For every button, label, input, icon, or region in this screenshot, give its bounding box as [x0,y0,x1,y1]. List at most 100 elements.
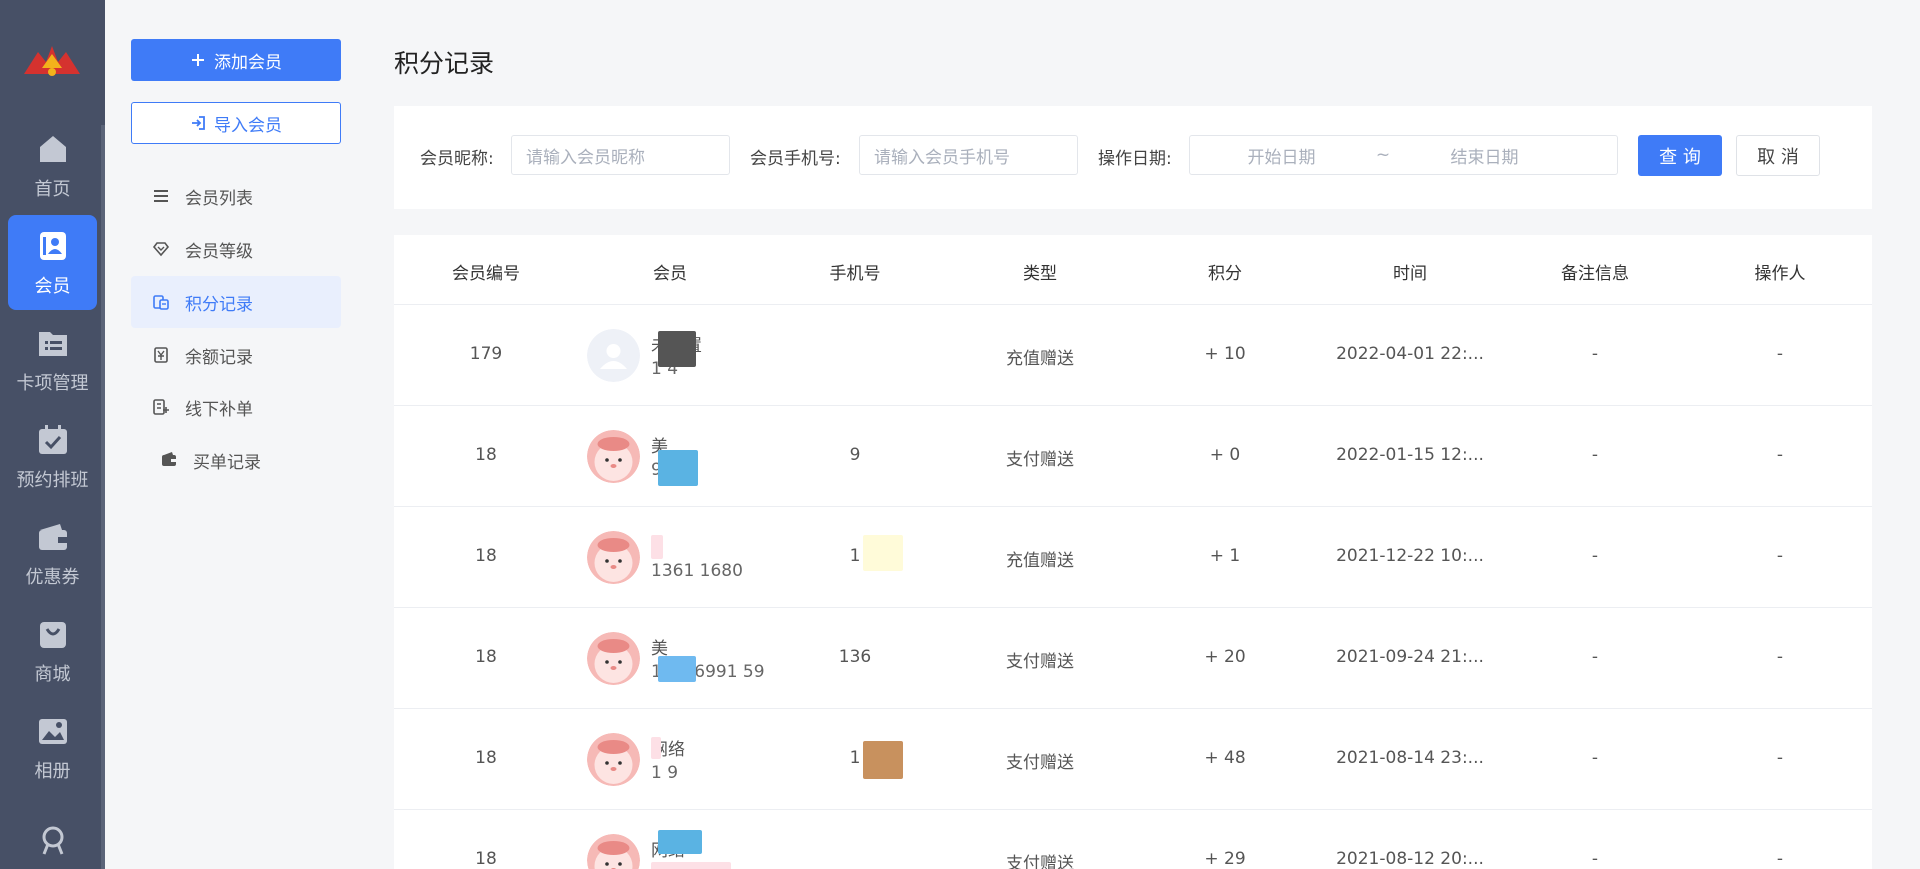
type-cell: 支付赠送 [1006,652,1074,672]
import-member-label: 导入会员 [214,115,282,136]
brand-logo [24,46,80,76]
column-header: 操作人 [1754,264,1806,284]
submenu-item-1[interactable]: 会员列表 [131,170,341,222]
table-header: 会员编号 会员 手机号 类型 积分 时间 备注信息 操作人 [394,235,1872,305]
type-cell: 充值赠送 [1006,551,1074,571]
column-header: 手机号 [829,264,881,284]
column-header: 会员编号 [452,264,520,284]
time-cell: 2022-04-01 22:... [1336,344,1484,364]
diamond-icon [151,239,171,259]
phone-input[interactable]: 请输入会员手机号 [859,135,1078,175]
privacy-mask [658,450,698,486]
privacy-mask [863,535,903,571]
time-cell: 2021-12-22 10:... [1336,546,1484,566]
member-id-cell: 18 [475,748,497,768]
end-date-input[interactable]: 结束日期 [1393,143,1576,168]
points-cell: + 29 [1204,849,1246,869]
wallet-icon [159,450,179,470]
phone-cell: 1 [849,546,861,566]
points-cell: + 0 [1209,445,1241,465]
submenu-item-label: 买单记录 [193,452,261,473]
album-icon [35,713,71,749]
points-cell: + 20 [1204,647,1246,667]
phone-cell: 136 [838,647,872,667]
operator-cell: - [1776,546,1784,566]
column-header: 积分 [1208,264,1242,284]
page-title: 积分记录 [394,49,495,78]
table-row[interactable]: 18网络支付赠送+ 292021-08-12 20:...-- [394,810,1872,869]
nickname-input[interactable]: 请输入会员昵称 [511,135,730,175]
submenu-item-6[interactable]: 买单记录 [131,434,341,486]
service-icon [35,823,71,859]
start-date-input[interactable]: 开始日期 [1190,143,1373,168]
rail-item-label: 优惠券 [25,566,80,588]
table-row[interactable]: 179未设置1 4充值赠送+ 102022-04-01 22:...-- [394,305,1872,406]
column-header: 备注信息 [1561,264,1629,284]
submenu-item-5[interactable]: 线下补单 [131,381,341,433]
rail-item-label: 会员 [34,275,71,297]
table-row[interactable]: 18 美 13696991 59 136 支付赠送 + 20 2021-09-24 21:.… [394,608,1872,709]
points-record-table: 会员编号会员手机号类型积分时间备注信息操作人 179未设置1 4充值赠送+ 10… [394,235,1872,869]
date-range-picker[interactable]: 开始日期 ~ 结束日期 [1189,135,1618,175]
submenu-item-label: 会员等级 [185,241,253,262]
rail-item-shop-bag[interactable]: 商城 [8,603,97,698]
note-cell: - [1591,748,1599,768]
rail-item-calendar-check[interactable]: 预约排班 [8,409,97,504]
table-row[interactable]: 18 1361 1680 1 充值赠送 + 1 2021-12-22 10:... - - [394,507,1872,608]
submenu-item-label: 会员列表 [185,188,253,209]
rail-item-card-folder[interactable]: 卡项管理 [8,312,97,407]
type-cell: 支付赠送 [1006,854,1074,869]
date-label: 操作日期: [1098,149,1172,169]
calendar-check-icon [35,422,71,458]
balance-icon [151,345,171,365]
points-cell: + 48 [1204,748,1246,768]
phone-label: 会员手机号: [750,149,841,169]
member-id-cell: 18 [475,849,497,869]
rail-item-service[interactable] [8,797,97,869]
points-cell: + 1 [1209,546,1241,566]
rail-item-home[interactable]: 首页 [8,118,97,213]
card-folder-icon [35,325,71,361]
plus-icon [190,52,206,68]
time-cell: 2022-01-15 12:... [1336,445,1484,465]
note-cell: - [1591,344,1599,364]
add-member-button[interactable]: 添加会员 [131,39,341,81]
nickname-placeholder: 请输入会员昵称 [526,147,645,168]
rail-item-coupon-wallet[interactable]: 优惠券 [8,506,97,601]
avatar [587,329,640,382]
column-header: 会员 [653,264,687,284]
member-submenu: 添加会员 导入会员 会员列表会员等级积分记录余额记录线下补单买单记录 [105,0,367,869]
query-button[interactable]: 查 询 [1638,135,1722,176]
note-cell: - [1591,445,1599,465]
phone-cell: 1 [849,748,861,768]
cancel-button[interactable]: 取 消 [1736,135,1820,176]
rail-item-member[interactable]: 会员 [8,215,97,310]
operator-cell: - [1776,445,1784,465]
table-row[interactable]: 18 美 9 9 支付赠送 + 0 2022-01-15 12:... - - [394,406,1872,507]
member-phone: 1 9 [651,763,679,783]
member-id-cell: 18 [475,647,497,667]
main-content: 积分记录 会员昵称: 请输入会员昵称 会员手机号: 请输入会员手机号 操作日期:… [367,0,1920,869]
time-cell: 2021-09-24 21:... [1336,647,1484,667]
submenu-item-label: 余额记录 [185,347,253,368]
coupon-wallet-icon [35,519,71,555]
points-record-icon [151,292,171,312]
submenu-item-3[interactable]: 积分记录 [131,276,341,328]
submenu-item-2[interactable]: 会员等级 [131,223,341,275]
rail-item-label: 首页 [34,178,71,200]
privacy-mask [658,331,696,367]
rail-item-label: 商城 [34,663,71,685]
submenu-item-label: 线下补单 [185,399,253,420]
time-cell: 2021-08-14 23:... [1336,748,1484,768]
rail-item-album[interactable]: 相册 [8,700,97,795]
submenu-item-4[interactable]: 余额记录 [131,329,341,381]
note-cell: - [1591,546,1599,566]
import-member-button[interactable]: 导入会员 [131,102,341,144]
filter-bar: 会员昵称: 请输入会员昵称 会员手机号: 请输入会员手机号 操作日期: 开始日期… [394,106,1872,209]
avatar [587,733,640,786]
home-icon [35,131,71,167]
table-row[interactable]: 18 网络 1 9 1 支付赠送 + 48 2021-08-14 23:... - - [394,709,1872,810]
privacy-mask [651,737,661,759]
note-cell: - [1591,647,1599,667]
avatar [587,430,640,483]
